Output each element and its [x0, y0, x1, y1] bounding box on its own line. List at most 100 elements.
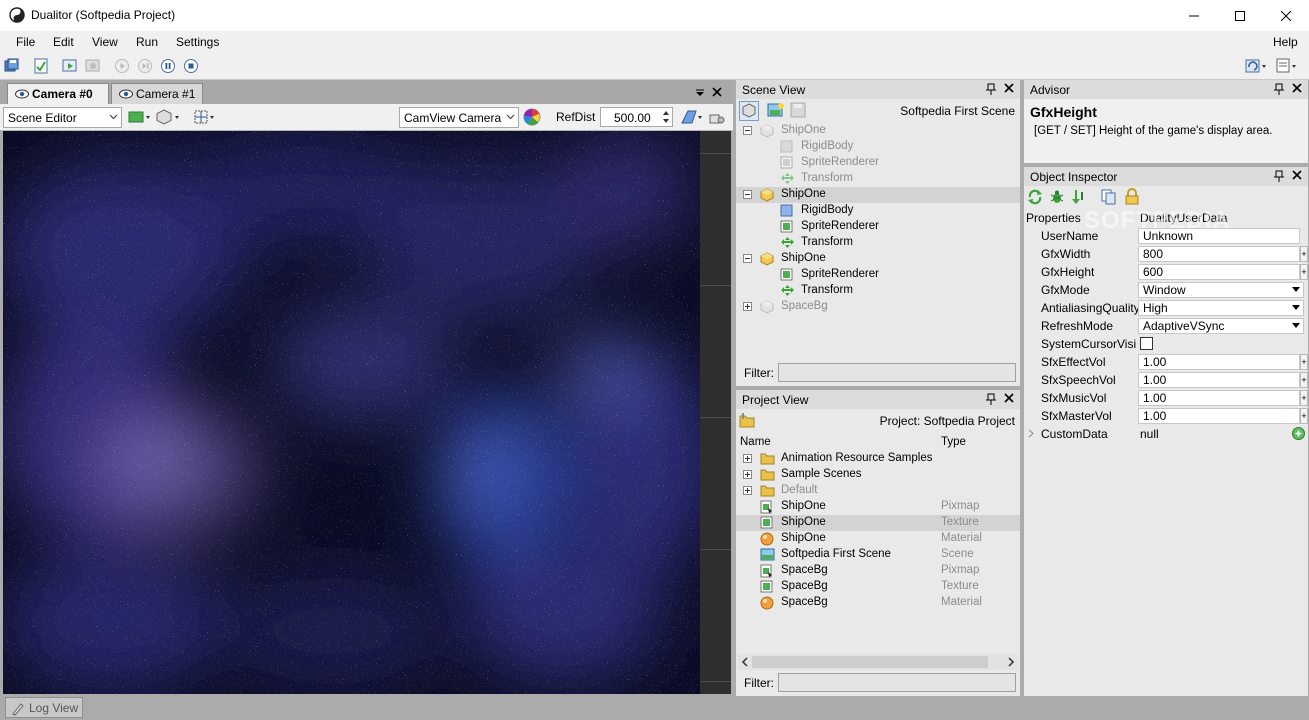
minimize-button[interactable]	[1171, 0, 1217, 31]
new-scene-icon[interactable]	[767, 102, 785, 120]
pause-icon[interactable]	[160, 58, 178, 76]
pin-icon[interactable]	[986, 83, 996, 95]
property-value-field[interactable]: 600	[1138, 264, 1300, 280]
scene-tree-item[interactable]: SpriteRenderer	[736, 267, 1020, 283]
menu-settings[interactable]: Settings	[176, 35, 219, 49]
property-row[interactable]: CustomData null	[1024, 425, 1307, 443]
property-stepper[interactable]: +	[1300, 246, 1308, 262]
tree-expander-icon[interactable]	[743, 470, 752, 479]
tree-expander-icon[interactable]	[743, 486, 752, 495]
close-icon[interactable]	[1004, 83, 1014, 93]
dropdown-arrow-icon[interactable]	[1292, 305, 1300, 311]
scroll-left-icon[interactable]	[741, 657, 749, 667]
project-tree-item[interactable]: Default	[736, 483, 1020, 499]
save-all-icon[interactable]	[4, 58, 22, 76]
project-tree-item[interactable]: Animation Resource Samples	[736, 451, 1020, 467]
property-stepper[interactable]: +	[1300, 408, 1308, 424]
scroll-right-icon[interactable]	[1007, 657, 1015, 667]
snap-to-grid-dropdown-icon[interactable]	[194, 110, 216, 124]
tab-list-dropdown-icon[interactable]	[695, 89, 705, 97]
project-filter-input[interactable]	[778, 673, 1016, 692]
maximize-button[interactable]	[1217, 0, 1263, 31]
scene-filter-input[interactable]	[778, 363, 1016, 382]
property-value-field[interactable]: 1.00	[1138, 390, 1300, 406]
scrollbar-thumb[interactable]	[752, 656, 988, 668]
project-tree-item[interactable]: SpaceBg Pixmap	[736, 563, 1020, 579]
close-window-button[interactable]	[1263, 0, 1309, 31]
new-folder-icon[interactable]	[739, 412, 757, 430]
scene-tree[interactable]: ShipOne RigidBody SpriteRenderer Transform S…	[736, 123, 1020, 360]
scene-tree-item[interactable]: Transform	[736, 235, 1020, 251]
view-mode-select[interactable]: Scene Editor	[3, 107, 122, 128]
layers-dropdown-icon[interactable]	[128, 110, 152, 124]
tree-expander-icon[interactable]	[743, 190, 752, 199]
menu-help[interactable]: Help	[1273, 35, 1298, 49]
object-visibility-dropdown-icon[interactable]	[156, 109, 182, 125]
property-row[interactable]: GfxWidth 800 +	[1024, 245, 1308, 263]
property-grid[interactable]: UserName Unknown GfxWidth 800 + GfxHeight 600 +…	[1024, 227, 1308, 447]
copy-icon[interactable]	[1101, 189, 1117, 205]
scene-tree-item[interactable]: ShipOne	[736, 123, 1020, 139]
dropdown-arrow-icon[interactable]	[1292, 323, 1300, 329]
camera-select[interactable]: CamView Camera	[399, 107, 519, 128]
menu-view[interactable]: View	[92, 35, 118, 49]
stop-icon[interactable]	[183, 58, 201, 76]
property-row[interactable]: SfxMasterVol 1.00 +	[1024, 407, 1308, 425]
sort-icon[interactable]	[1071, 189, 1087, 205]
add-icon[interactable]	[1292, 427, 1305, 440]
camera-lock-icon[interactable]	[709, 109, 725, 125]
scene-tree-item[interactable]: SpaceBg	[736, 299, 1020, 315]
property-stepper[interactable]: +	[1300, 372, 1308, 388]
menu-file[interactable]: File	[16, 35, 35, 49]
property-value-field[interactable]: Unknown	[1138, 228, 1300, 244]
scene-viewport[interactable]	[3, 131, 700, 694]
property-row[interactable]: GfxHeight 600 +	[1024, 263, 1308, 281]
tree-expander-icon[interactable]	[743, 126, 752, 135]
project-tree-item[interactable]: ShipOne Texture	[736, 515, 1020, 531]
project-tree-item[interactable]: ShipOne Material	[736, 531, 1020, 547]
property-row[interactable]: SystemCursorVisi	[1024, 335, 1307, 353]
property-value-field[interactable]: 1.00	[1138, 354, 1300, 370]
scene-tree-item[interactable]: SpriteRenderer	[736, 219, 1020, 235]
pin-icon[interactable]	[1274, 170, 1284, 182]
scene-tree-item[interactable]: RigidBody	[736, 203, 1020, 219]
property-stepper[interactable]: +	[1300, 390, 1308, 406]
tree-expander-icon[interactable]	[743, 302, 752, 311]
pin-icon[interactable]	[986, 393, 996, 405]
project-tree-item[interactable]: SpaceBg Material	[736, 595, 1020, 611]
create-object-icon[interactable]	[739, 101, 759, 121]
scene-tree-item[interactable]: RigidBody	[736, 139, 1020, 155]
property-value-field[interactable]: AdaptiveVSync	[1138, 318, 1304, 334]
project-tree-item[interactable]: Softpedia First Scene Scene	[736, 547, 1020, 563]
project-tree[interactable]: Animation Resource Samples Sample Scenes D…	[736, 451, 1020, 651]
tab-camera-1[interactable]: Camera #1	[111, 83, 203, 104]
property-row[interactable]: AntialiasingQuality High	[1024, 299, 1307, 317]
debug-properties-icon[interactable]	[1049, 189, 1065, 205]
close-icon[interactable]	[1004, 393, 1014, 403]
scene-tree-item[interactable]: ShipOne	[736, 187, 1020, 203]
property-row[interactable]: GfxMode Window	[1024, 281, 1307, 299]
property-value-field[interactable]: 800	[1138, 246, 1300, 262]
property-row[interactable]: SfxMusicVol 1.00 +	[1024, 389, 1308, 407]
scene-tree-item[interactable]: SpriteRenderer	[736, 155, 1020, 171]
project-tree-item[interactable]: Sample Scenes	[736, 467, 1020, 483]
log-view-tab[interactable]: Log View	[5, 697, 83, 718]
dropdown-arrow-icon[interactable]	[1292, 287, 1300, 293]
refdist-input[interactable]: 500.00	[600, 107, 673, 127]
project-tree-item[interactable]: SpaceBg Texture	[736, 579, 1020, 595]
background-color-picker-icon[interactable]	[523, 108, 541, 126]
perspective-mode-dropdown-icon[interactable]	[680, 109, 704, 125]
close-icon[interactable]	[1292, 170, 1302, 180]
tab-camera-0[interactable]: Camera #0	[7, 83, 109, 104]
scene-tree-item[interactable]: Transform	[736, 171, 1020, 187]
lock-icon[interactable]	[1124, 188, 1140, 205]
tree-expander-icon[interactable]	[743, 454, 752, 463]
column-header-name[interactable]: Name	[740, 436, 771, 448]
property-checkbox[interactable]	[1140, 337, 1153, 350]
options-menu-icon[interactable]	[1276, 58, 1296, 76]
refresh-icon[interactable]	[1027, 189, 1043, 205]
property-value-field[interactable]: 1.00	[1138, 408, 1300, 424]
run-game-icon[interactable]	[62, 58, 80, 76]
property-row[interactable]: UserName Unknown	[1024, 227, 1307, 245]
property-row[interactable]: SfxSpeechVol 1.00 +	[1024, 371, 1308, 389]
